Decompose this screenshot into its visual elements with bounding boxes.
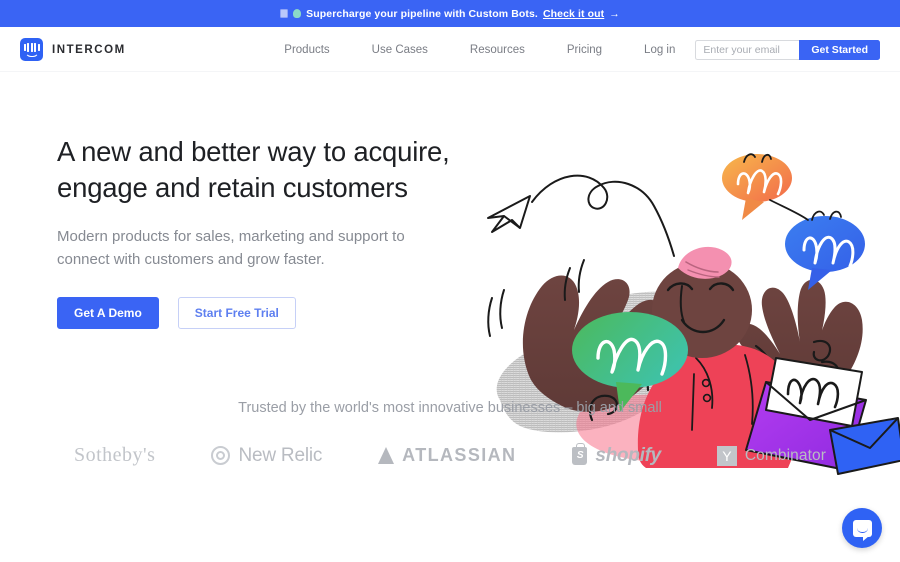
get-a-demo-button[interactable]: Get A Demo: [57, 297, 159, 329]
page-root: Supercharge your pipeline with Custom Bo…: [0, 0, 900, 562]
hero-subtitle: Modern products for sales, marketing and…: [57, 225, 477, 271]
customer-logo-row: Sotheby's New Relic ATLASSIAN shopify Y …: [0, 442, 900, 467]
logo-y-combinator-label: Combinator: [744, 446, 827, 464]
logo-y-combinator: Y Combinator: [689, 445, 854, 466]
nav-item-pricing[interactable]: Pricing: [546, 44, 623, 56]
hero-title-line-1: A new and better way to acquire,: [57, 136, 450, 167]
logo-atlassian-label: ATLASSIAN: [402, 445, 517, 465]
messenger-launcher-button[interactable]: [842, 508, 882, 548]
nav-item-products[interactable]: Products: [263, 44, 350, 56]
trusted-by-section: Trusted by the world's most innovative b…: [0, 400, 900, 467]
concentric-circles-icon: [211, 446, 231, 465]
logo-shopify-label: shopify: [595, 444, 661, 466]
logo-new-relic-label: New Relic: [238, 444, 323, 466]
page-title: A new and better way to acquire, engage …: [57, 134, 477, 206]
triangle-icon: [378, 447, 395, 464]
announcement-banner[interactable]: Supercharge your pipeline with Custom Bo…: [0, 0, 900, 27]
logo-new-relic: New Relic: [183, 445, 350, 467]
hero-section: A new and better way to acquire, engage …: [0, 72, 900, 475]
shopping-bag-icon: [572, 442, 588, 465]
chat-bubble-smile-icon: [852, 519, 872, 541]
nav-item-resources[interactable]: Resources: [449, 44, 546, 56]
logo-sothebys: Sotheby's: [46, 444, 183, 467]
banner-text: Supercharge your pipeline with Custom Bo…: [306, 7, 538, 20]
main-navigation: Products Use Cases Resources Pricing Log…: [263, 27, 880, 72]
banner-cta-link[interactable]: Check it out: [543, 8, 604, 20]
arrow-right-icon: →: [609, 7, 620, 20]
hero-title-line-2: engage and retain customers: [57, 172, 408, 203]
robot-icon: [280, 9, 289, 18]
trusted-by-heading: Trusted by the world's most innovative b…: [238, 400, 662, 416]
site-header: INTERCOM Products Use Cases Resources Pr…: [0, 27, 900, 72]
nav-item-use-cases[interactable]: Use Cases: [351, 44, 449, 56]
hero-subtitle-line-2: connect with customers and grow faster.: [57, 251, 325, 268]
brand-name: INTERCOM: [52, 43, 126, 56]
hero-copy: A new and better way to acquire, engage …: [57, 134, 477, 329]
logo-sothebys-label: Sotheby's: [73, 444, 156, 466]
intercom-logo-icon: [20, 38, 43, 61]
logo-shopify: shopify: [544, 442, 688, 467]
y-square-icon: Y: [716, 445, 737, 466]
email-input[interactable]: [695, 39, 800, 60]
signup-form: Get Started: [695, 39, 880, 60]
logo-atlassian: ATLASSIAN: [350, 445, 544, 466]
get-started-button[interactable]: Get Started: [799, 39, 880, 60]
hero-actions: Get A Demo Start Free Trial: [57, 297, 477, 329]
hero-subtitle-line-1: Modern products for sales, marketing and…: [57, 228, 405, 245]
sparkle-icon: [293, 9, 302, 18]
start-free-trial-button[interactable]: Start Free Trial: [177, 297, 296, 329]
nav-item-log-in[interactable]: Log in: [623, 44, 695, 56]
brand-logo[interactable]: INTERCOM: [20, 38, 126, 61]
